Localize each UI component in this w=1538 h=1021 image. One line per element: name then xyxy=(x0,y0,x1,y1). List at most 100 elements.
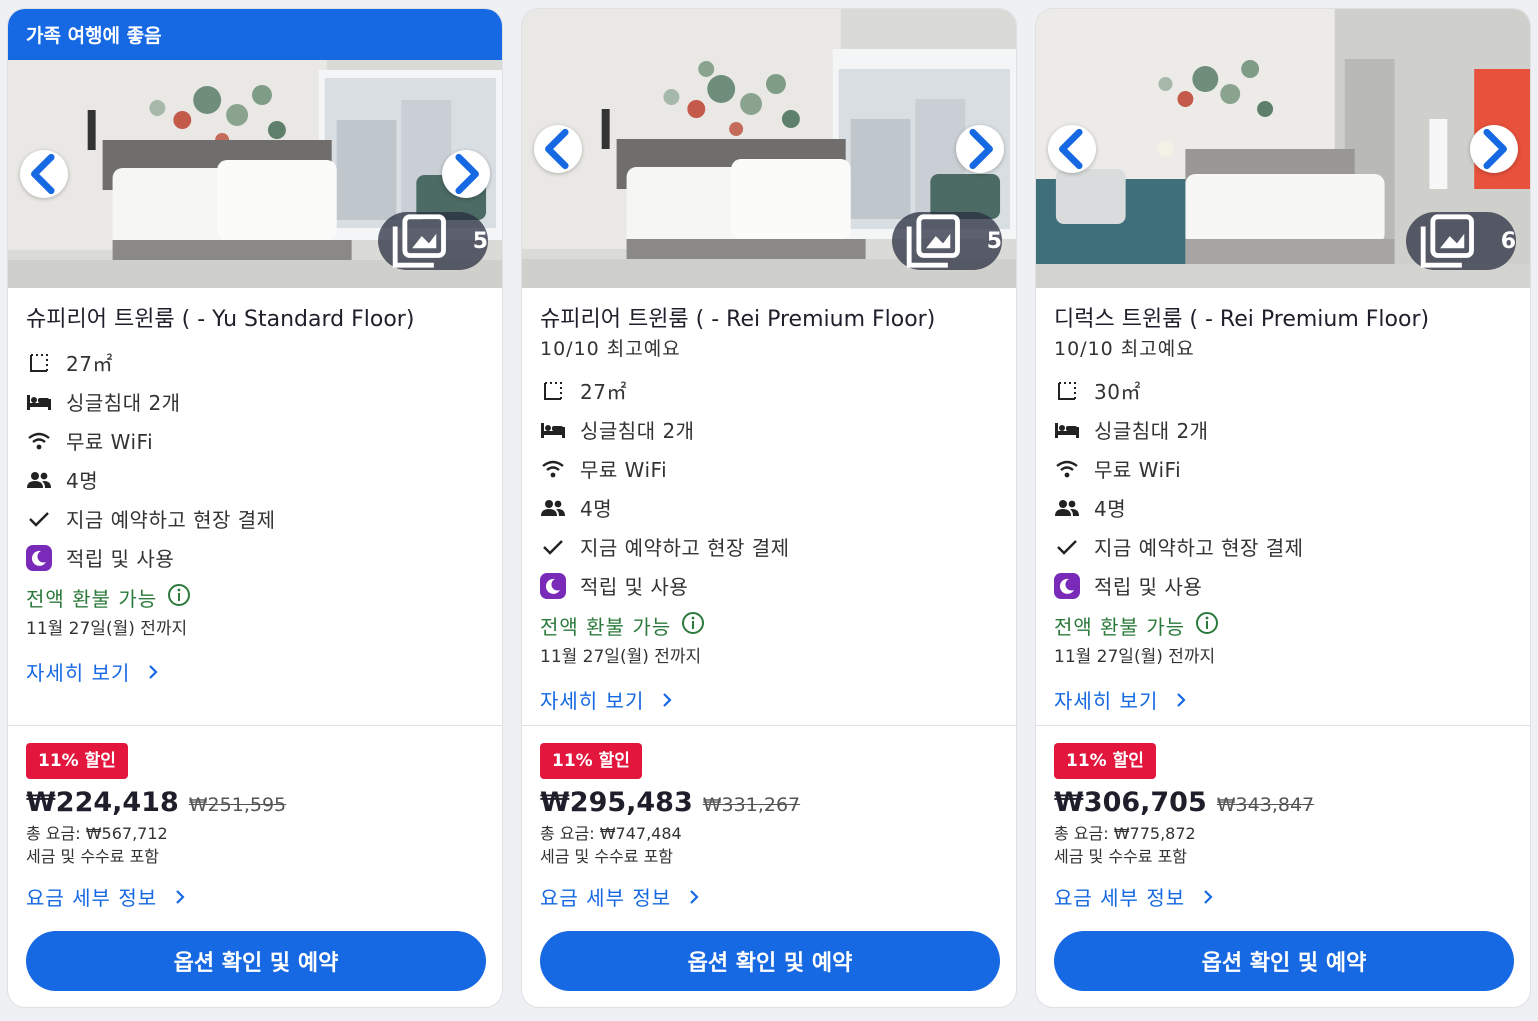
chevron-right-icon xyxy=(1177,692,1186,707)
tax-note: 세금 및 수수료 포함 xyxy=(1054,847,1188,866)
more-details-label: 자세히 보기 xyxy=(26,661,131,685)
room-details: 디럭스 트윈룸 ( - Rei Premium Floor) 10/10 최고예… xyxy=(1054,305,1512,714)
prev-photo-button[interactable] xyxy=(20,150,68,198)
reserve-button[interactable]: 옵션 확인 및 예약 xyxy=(1054,931,1514,991)
chevron-left-icon xyxy=(545,128,569,169)
room-photo[interactable]: 5 xyxy=(522,9,1016,288)
feature-area: 27㎡ xyxy=(26,343,484,382)
chevron-right-icon xyxy=(1483,128,1507,169)
feature-wifi-label: 무료 WiFi xyxy=(66,430,154,454)
rating: 10/10 최고예요 xyxy=(1054,338,1195,360)
prev-photo-button[interactable] xyxy=(1048,124,1096,173)
area-icon xyxy=(26,350,52,376)
more-details-link[interactable]: 자세히 보기 xyxy=(1054,685,1512,714)
feature-pay: 지금 예약하고 현장 결제 xyxy=(26,499,484,538)
feature-guests-label: 4명 xyxy=(580,497,613,521)
gallery-count-label: 5 xyxy=(472,228,488,254)
bed-icon xyxy=(540,417,566,443)
family-badge: 가족 여행에 좋음 xyxy=(8,9,502,60)
room-title: 슈피리어 트윈룸 ( - Rei Premium Floor) xyxy=(540,307,936,332)
people-icon xyxy=(540,495,566,521)
refund-until: 11월 27일(월) 전까지 xyxy=(1054,647,1216,667)
gallery-button[interactable]: 5 xyxy=(378,212,488,270)
fee-details-label: 요금 세부 정보 xyxy=(540,886,672,910)
more-details-link[interactable]: 자세히 보기 xyxy=(540,685,998,714)
prev-photo-button[interactable] xyxy=(534,124,582,173)
fee-details-link[interactable]: 요금 세부 정보 xyxy=(26,882,484,911)
next-photo-button[interactable] xyxy=(1470,124,1518,173)
refund-info: 전액 환불 가능 xyxy=(26,583,484,612)
feature-guests: 4명 xyxy=(540,488,998,527)
feature-pay-label: 지금 예약하고 현장 결제 xyxy=(1094,536,1304,560)
reserve-button[interactable]: 옵션 확인 및 예약 xyxy=(26,931,486,991)
price-row: ₩306,705 ₩343,847 xyxy=(1054,787,1512,818)
bed-icon xyxy=(1054,417,1080,443)
feature-area-label: 27㎡ xyxy=(580,380,627,404)
discount-badge: 11% 할인 xyxy=(1054,743,1156,779)
chevron-left-icon xyxy=(1059,128,1083,169)
refund-label: 전액 환불 가능 xyxy=(26,587,158,611)
people-icon xyxy=(1054,495,1080,521)
gallery-count-label: 5 xyxy=(986,228,1002,254)
bed-icon xyxy=(26,389,52,415)
area-icon xyxy=(1054,378,1080,404)
more-details-label: 자세히 보기 xyxy=(540,689,645,713)
feature-wifi: 무료 WiFi xyxy=(540,449,998,488)
feature-area-label: 27㎡ xyxy=(66,352,113,376)
reserve-button[interactable]: 옵션 확인 및 예약 xyxy=(540,931,1000,991)
feature-guests-label: 4명 xyxy=(1094,497,1127,521)
next-photo-button[interactable] xyxy=(956,124,1004,173)
info-icon[interactable] xyxy=(167,583,191,612)
feature-area: 30㎡ xyxy=(1054,371,1512,410)
price-section: 11% 할인 ₩306,705 ₩343,847 총 요금: ₩775,872 … xyxy=(1054,743,1514,991)
feature-beds: 싱글침대 2개 xyxy=(540,410,998,449)
feature-beds-label: 싱글침대 2개 xyxy=(1094,419,1209,443)
people-icon xyxy=(26,467,52,493)
total-price: 총 요금: ₩567,712 xyxy=(26,824,168,843)
feature-wifi: 무료 WiFi xyxy=(26,421,484,460)
info-icon[interactable] xyxy=(1195,611,1219,640)
refund-until: 11월 27일(월) 전까지 xyxy=(540,647,702,667)
fee-details-link[interactable]: 요금 세부 정보 xyxy=(540,882,998,911)
total-price: 총 요금: ₩747,484 xyxy=(540,824,682,843)
original-price: ₩251,595 xyxy=(188,794,287,816)
fee-details-link[interactable]: 요금 세부 정보 xyxy=(1054,882,1512,911)
moon-icon xyxy=(1054,572,1080,599)
discount-badge: 11% 할인 xyxy=(26,743,128,779)
more-details-link[interactable]: 자세히 보기 xyxy=(26,657,484,686)
refund-info: 전액 환불 가능 xyxy=(540,611,998,640)
feature-wifi: 무료 WiFi xyxy=(1054,449,1512,488)
feature-pay: 지금 예약하고 현장 결제 xyxy=(540,527,998,566)
room-card: 5 슈피리어 트윈룸 ( - Rei Premium Floor) 10/10 … xyxy=(521,8,1017,1008)
price-row: ₩295,483 ₩331,267 xyxy=(540,787,998,818)
feature-rewards-label: 적립 및 사용 xyxy=(1094,575,1203,599)
gallery-button[interactable]: 6 xyxy=(1406,212,1516,270)
divider xyxy=(1036,725,1530,726)
gallery-button[interactable]: 5 xyxy=(892,212,1002,270)
info-icon[interactable] xyxy=(681,611,705,640)
price: ₩295,483 xyxy=(540,787,693,818)
chevron-right-icon xyxy=(969,128,993,169)
next-photo-button[interactable] xyxy=(442,150,490,198)
total-price: 총 요금: ₩775,872 xyxy=(1054,824,1196,843)
chevron-right-icon xyxy=(690,889,699,904)
moon-icon xyxy=(26,544,52,571)
tax-note: 세금 및 수수료 포함 xyxy=(540,847,674,866)
room-card: 6 디럭스 트윈룸 ( - Rei Premium Floor) 10/10 최… xyxy=(1035,8,1531,1008)
gallery-icon xyxy=(906,214,960,268)
wifi-icon xyxy=(1054,456,1080,482)
chevron-right-icon xyxy=(149,664,158,679)
check-icon xyxy=(1054,534,1080,560)
moon-icon xyxy=(540,572,566,599)
wifi-icon xyxy=(540,456,566,482)
refund-label: 전액 환불 가능 xyxy=(1054,615,1186,639)
discount-badge: 11% 할인 xyxy=(540,743,642,779)
price-section: 11% 할인 ₩295,483 ₩331,267 총 요금: ₩747,484 … xyxy=(540,743,1000,991)
feature-guests: 4명 xyxy=(26,460,484,499)
feature-guests: 4명 xyxy=(1054,488,1512,527)
feature-pay-label: 지금 예약하고 현장 결제 xyxy=(66,508,276,532)
price-section: 11% 할인 ₩224,418 ₩251,595 총 요금: ₩567,712 … xyxy=(26,743,486,991)
room-photo[interactable]: 6 xyxy=(1036,9,1530,288)
room-photo[interactable]: 5 xyxy=(8,60,502,288)
price: ₩224,418 xyxy=(26,787,179,818)
